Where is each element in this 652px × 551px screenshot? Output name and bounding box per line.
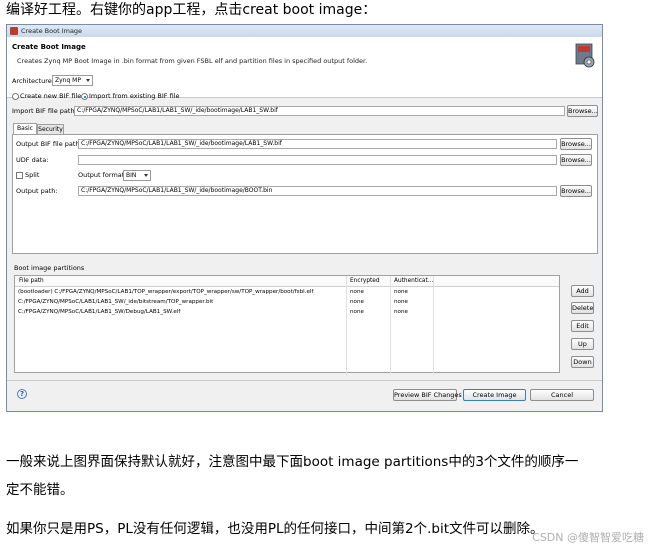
help-icon[interactable]: ? <box>17 389 27 399</box>
edit-button[interactable]: Edit <box>571 320 594 332</box>
row-authentication: none <box>394 309 408 315</box>
output-bif-browse-button[interactable]: Browse... <box>560 138 592 150</box>
chevron-down-icon <box>144 174 148 177</box>
radio-import-bif[interactable] <box>81 93 88 100</box>
delete-button[interactable]: Delete <box>571 302 594 314</box>
row-file-path: (bootloader) C:/FPGA/ZYNQ/MPSoC/LAB1/TOP… <box>18 289 314 295</box>
import-bif-label: Import BIF file path: <box>12 107 77 115</box>
architecture-select[interactable]: Zynq MP <box>52 75 93 86</box>
output-format-value: BIN <box>126 172 137 179</box>
output-bif-path-field[interactable]: C:/FPGA/ZYNQ/MPSoC/LAB1/LAB1_SW/_ide/boo… <box>78 139 557 149</box>
row-authentication: none <box>394 299 408 305</box>
row-encrypted: none <box>350 289 364 295</box>
header-description: Creates Zynq MP Boot Image in .bin forma… <box>17 57 368 65</box>
output-format-select[interactable]: BIN <box>123 170 151 181</box>
column-file-path[interactable]: File path <box>19 276 44 286</box>
architecture-label: Architecture: <box>12 77 54 85</box>
radio-import-bif-label: Import from existing BIF file <box>89 92 180 100</box>
import-bif-path-field[interactable]: C:/FPGA/ZYNQ/MPSoC/LAB1/LAB1_SW/_ide/boo… <box>74 106 565 116</box>
udf-data-label: UDF data: <box>16 156 49 164</box>
table-header: File path Encrypted Authenticat... <box>15 276 559 287</box>
article-intro-text: 编译好工程。右键你的app工程，点击creat boot image： <box>6 2 377 18</box>
column-authentication[interactable]: Authenticat... <box>394 276 433 286</box>
output-path-label: Output path: <box>16 187 58 195</box>
boot-image-gear-icon <box>575 43 595 68</box>
column-separator <box>390 276 391 375</box>
row-encrypted: none <box>350 299 364 305</box>
article-paragraph-1: 一般来说上图界面保持默认就好，注意图中最下面boot image partiti… <box>6 454 579 470</box>
down-button[interactable]: Down <box>571 356 594 368</box>
csdn-watermark: CSDN @傻智智爱吃糖 <box>532 531 644 544</box>
header-title: Create Boot Image <box>12 43 86 51</box>
column-separator <box>346 276 347 375</box>
partitions-table: File path Encrypted Authenticat... (boot… <box>14 275 560 375</box>
architecture-value: Zynq MP <box>55 77 81 84</box>
split-checkbox[interactable] <box>16 172 23 179</box>
output-path-field[interactable]: C:/FPGA/ZYNQ/MPSoC/LAB1/LAB1_SW/_ide/boo… <box>78 186 557 196</box>
output-path-browse-button[interactable]: Browse... <box>560 185 592 197</box>
partitions-label: Boot image partitions <box>14 264 85 272</box>
cancel-button[interactable]: Cancel <box>530 389 594 401</box>
footer-separator <box>7 380 602 381</box>
import-bif-browse-button[interactable]: Browse... <box>567 105 598 117</box>
row-file-path: C:/FPGA/ZYNQ/MPSoC/LAB1/LAB1_SW/Debug/LA… <box>18 309 181 315</box>
radio-create-new-bif-label: Create new BIF file <box>20 92 82 100</box>
udf-data-field[interactable] <box>78 155 557 165</box>
output-format-label: Output format: <box>78 171 127 179</box>
chevron-down-icon <box>86 79 90 82</box>
udf-browse-button[interactable]: Browse... <box>560 154 592 166</box>
app-icon <box>10 27 18 35</box>
create-boot-image-dialog: Create Boot Image Create Boot Image Crea… <box>6 24 603 412</box>
up-button[interactable]: Up <box>571 338 594 350</box>
window-title: Create Boot Image <box>21 27 83 35</box>
row-authentication: none <box>394 289 408 295</box>
add-button[interactable]: Add <box>571 285 594 297</box>
row-file-path: C:/FPGA/ZYNQ/MPSoC/LAB1/LAB1_SW/_ide/bit… <box>18 299 214 305</box>
article-paragraph-2: 如果你只是用PS，PL没有任何逻辑，也没用PL的任何接口，中间第2个.bit文件… <box>6 521 544 537</box>
output-bif-label: Output BIF file path: <box>16 140 82 148</box>
preview-bif-changes-button[interactable]: Preview BIF Changes <box>393 389 462 401</box>
create-image-button[interactable]: Create Image <box>463 389 526 401</box>
column-separator <box>433 276 434 375</box>
column-encrypted[interactable]: Encrypted <box>350 276 380 286</box>
row-encrypted: none <box>350 309 364 315</box>
dialog-header: Create Boot Image Creates Zynq MP Boot I… <box>7 37 602 98</box>
radio-create-new-bif[interactable] <box>12 93 19 100</box>
article-paragraph-1-cont: 定不能错。 <box>6 482 74 498</box>
split-label: Split <box>25 171 40 179</box>
